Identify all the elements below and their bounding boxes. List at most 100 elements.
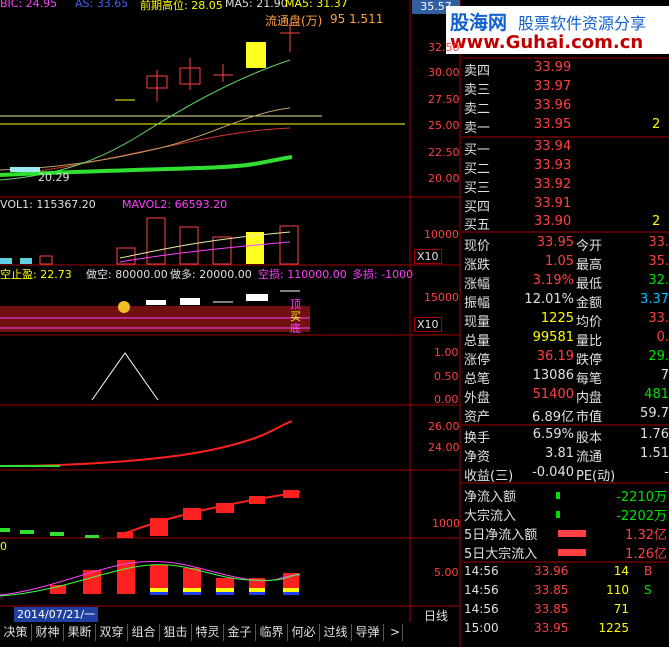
signal-bar [180,298,200,305]
flow-label: 5日净流入额 [464,528,538,543]
order-label: 买一 [464,143,491,158]
order-label: 卖三 [464,83,491,98]
axis-tick: 26.00 [428,420,460,433]
tick-row: 15:00 33.95 1225 [464,621,669,640]
smiley-icon [118,301,130,313]
indicator-tab[interactable]: 导弹 [352,624,384,641]
stat-value: 12.01% [524,292,574,307]
stat-row: 换手 6.59% 股本 1.76 [462,427,669,446]
tick-row: 14:56 33.85 71 [464,602,669,621]
axis-tick: 32.50 [428,41,460,54]
tick-time: 14:56 [464,583,499,597]
order-label: 买五 [464,218,491,233]
stat-row: 振幅 12.01% 金额 3.37 [462,292,669,311]
stat-label: 内盘 [576,391,603,406]
stat-value: 1.76 [640,427,669,442]
stat-row: 涨幅 3.19% 最低 32. [462,273,669,292]
stat-value: - [664,465,669,480]
flow-line [119,491,301,536]
brand-slogan: 股票软件资源分享 [518,14,647,33]
tick-price: 33.85 [534,583,569,597]
long-label: 做多: 20000.00 [170,268,252,281]
ind-label-1: BIC: 24.95 [0,0,58,10]
flow-label: 5日大宗流入 [464,547,538,562]
volume-bar [39,255,53,265]
stat-value: 59.7 [640,406,669,421]
indicator-tab[interactable]: 临界 [256,624,288,641]
tick-row: 14:56 33.85 110 S [464,583,669,602]
stat-row: 现价 33.95 今开 33. [462,235,669,254]
order-label: 卖二 [464,102,491,117]
stat-label: 跌停 [576,353,603,368]
tick-time: 14:56 [464,602,499,616]
stat-value: 36.19 [536,349,574,364]
sell-order-row[interactable]: 卖三 33.97 [462,79,669,98]
stat-label: 换手 [464,431,491,446]
short-label: 做空: 80000.00 [86,268,168,281]
indicator-tab[interactable]: 过线 [320,624,352,641]
brand-banner[interactable]: 股海网 股票软件资源分享 www.Guhai.com.cn [446,6,669,54]
indicator-tab[interactable]: 决策 [0,624,32,641]
tick-row: 14:56 33.96 14 B [464,564,669,583]
stat-label: 涨跌 [464,258,491,273]
order-price: 33.95 [534,117,572,132]
buy-order-row[interactable]: 买三 33.92 [462,177,669,196]
stat-label: 金额 [576,296,603,311]
tick-volume: 14 [613,564,629,578]
low-price-label: 20.29 [38,171,70,184]
indicator-tab[interactable]: 财神 [32,624,64,641]
stat-value: 3.81 [545,446,574,461]
stat-label: 资产 [464,410,491,425]
indicator-tab[interactable]: 金子 [224,624,256,641]
period-label[interactable]: 日线 [424,607,448,624]
scale-x10[interactable]: X10 [414,249,442,264]
stat-label: 流通 [576,450,603,465]
stat-value: 32. [648,273,669,288]
indicator-tab[interactable]: 果断 [64,624,96,641]
tick-volume: 1225 [598,621,629,635]
order-price: 33.96 [534,98,572,113]
indicator-tab[interactable]: 双穿 [96,624,128,641]
stat-label: 总笔 [464,372,491,387]
candle [10,167,40,172]
stat-label: 收益(三) [464,469,514,484]
stat-label: 均价 [576,315,603,330]
buy-order-row[interactable]: 买五 33.90 2 [462,214,669,233]
indicator-tab[interactable]: 特灵 [192,624,224,641]
indicator-tab[interactable]: 组合 [128,624,160,641]
flow-row: 5日大宗流入 1.26亿 [462,543,669,562]
indicator-tab[interactable]: 狙击 [160,624,192,641]
stat-row: 外盘 51400 内盘 481 [462,387,669,406]
indicator-tab[interactable]: 何必 [288,624,320,641]
stat-value: 99581 [532,330,574,345]
order-label: 卖一 [464,121,491,136]
order-volume: 2 [652,214,661,229]
momentum-base [150,588,299,592]
indicator-tabs: 决策 财神 果断 双穿 组合 狙击 特灵 金子 临界 何必 过线 导弹 > [0,624,460,642]
tick-time: 14:56 [464,564,499,578]
flow-bar [556,511,560,518]
flow-value: 1.26亿 [625,547,667,562]
stat-row: 现量 1225 均价 33. [462,311,669,330]
stat-label: 最高 [576,258,603,273]
order-price: 33.93 [534,158,572,173]
scale-x10[interactable]: X10 [414,317,442,332]
buy-order-row[interactable]: 买一 33.94 [462,139,669,158]
buy-order-row[interactable]: 买二 33.93 [462,158,669,177]
long-loss-label: 多损: -1000 [352,268,414,281]
stat-value: 35. [648,254,669,269]
sell-order-row[interactable]: 卖一 33.95 2 [462,117,669,136]
signal-bar [146,300,166,305]
tick-price: 33.95 [534,621,569,635]
stat-row: 净资 3.81 流通 1.51 [462,446,669,465]
tabs-more-button[interactable]: > [388,624,403,641]
sell-order-row[interactable]: 卖二 33.96 [462,98,669,117]
order-label: 买四 [464,200,491,215]
flow-value: -2202万 [616,509,667,524]
stat-label: 市值 [576,410,603,425]
stat-label: PE(动) [576,469,616,484]
buy-order-row[interactable]: 买四 33.91 [462,196,669,215]
short-loss-label: 空损: 110000.00 [258,268,347,281]
stat-label: 净资 [464,450,491,465]
sell-order-row[interactable]: 卖四 33.99 [462,60,669,79]
